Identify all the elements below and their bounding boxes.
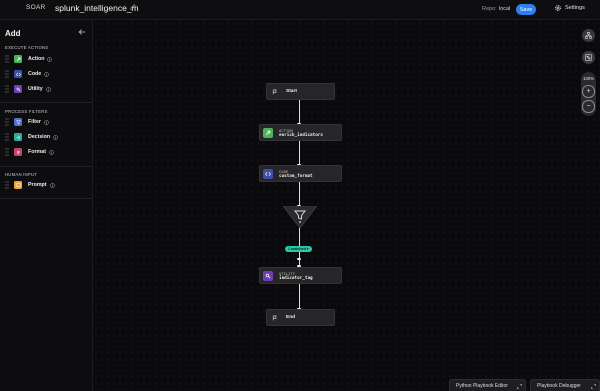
arrow-left-icon[interactable] <box>78 28 86 36</box>
tree-layout-icon <box>585 32 592 39</box>
tab-label: Playbook Debugger <box>537 382 581 389</box>
playbook-name: splunk_intelligence_m <box>55 3 139 13</box>
pencil-icon[interactable] <box>130 4 136 10</box>
plus-icon: + <box>586 88 591 95</box>
settings-label: Settings <box>565 5 585 11</box>
utility-icon <box>14 85 22 93</box>
expand-icon[interactable] <box>517 384 522 389</box>
fit-screen-icon <box>585 54 592 61</box>
prompt-icon <box>14 181 22 189</box>
drag-handle-icon[interactable] <box>5 181 9 189</box>
save-button[interactable]: Save <box>516 4 536 15</box>
fit-view-button[interactable] <box>582 51 595 64</box>
utility-node[interactable]: UTILITY indicator_tag <box>259 267 342 284</box>
action-node[interactable]: ACTION enrich_indicators <box>259 124 342 141</box>
info-icon[interactable] <box>53 134 58 140</box>
auto-layout-button[interactable] <box>582 29 595 42</box>
drag-handle-icon[interactable] <box>5 55 9 63</box>
repo-label: Repo: <box>482 6 497 12</box>
zoom-level: 100% <box>583 76 594 81</box>
drag-handle-icon[interactable] <box>5 70 9 78</box>
panel-title: Add <box>5 29 21 38</box>
code-node[interactable]: CODE custom_format <box>259 165 342 182</box>
action-icon <box>14 55 22 63</box>
node-label: Start <box>286 89 297 94</box>
sidebar-item-action[interactable]: Action <box>5 54 85 64</box>
sidebar-item-label: Utility <box>28 86 43 92</box>
repo-value[interactable]: local <box>499 6 510 12</box>
playbook-debugger-tab[interactable]: Playbook Debugger <box>530 379 600 391</box>
sidebar-item-code[interactable]: Code <box>5 69 85 79</box>
sidebar-item-label: Decision <box>28 134 51 140</box>
gear-icon <box>555 5 561 11</box>
sidebar-item-label: Prompt <box>28 182 47 188</box>
connector-line <box>299 98 300 125</box>
zoom-in-button[interactable]: + <box>582 85 595 98</box>
filter-node[interactable] <box>283 206 317 228</box>
brand-logo[interactable]: SOAR <box>26 4 46 11</box>
info-icon[interactable] <box>49 149 54 155</box>
tab-label: Python Playbook Editor <box>456 382 508 389</box>
flag-icon <box>270 87 280 97</box>
python-playbook-editor-tab[interactable]: Python Playbook Editor <box>449 379 526 391</box>
top-bar: SOAR splunk_intelligence_m Repo: local S… <box>0 0 600 20</box>
settings-button[interactable]: Settings <box>554 4 585 12</box>
drag-handle-icon[interactable] <box>5 133 9 141</box>
code-icon <box>14 70 22 78</box>
utility-icon <box>263 270 273 281</box>
start-node[interactable]: Start <box>266 83 335 100</box>
format-icon <box>14 148 22 156</box>
drag-handle-icon[interactable] <box>5 85 9 93</box>
action-icon <box>263 127 273 138</box>
playbook-canvas[interactable] <box>93 20 600 391</box>
connector-line <box>299 181 300 207</box>
sidebar-item-label: Format <box>28 149 46 155</box>
sidebar-item-format[interactable]: Format <box>5 147 85 157</box>
section-heading-process-filters: PROCESS FILTERS <box>5 109 48 114</box>
info-icon[interactable] <box>47 56 53 62</box>
decision-icon <box>14 133 22 141</box>
divider <box>0 102 92 103</box>
end-node[interactable]: End <box>266 309 335 326</box>
filter-match-badge[interactable]: 1 matched ▾ <box>285 246 312 252</box>
section-heading-human-input: HUMAN INPUT <box>5 172 38 177</box>
sidebar-item-label: Action <box>28 56 45 62</box>
node-name: indicator_tag <box>279 275 313 281</box>
info-icon[interactable] <box>44 119 49 125</box>
node-label: End <box>286 315 296 320</box>
filter-icon <box>14 118 22 126</box>
zoom-out-button[interactable]: − <box>582 100 595 113</box>
expand-icon[interactable] <box>591 384 596 389</box>
drag-handle-icon[interactable] <box>5 148 9 156</box>
section-heading-execute-actions: EXECUTE ACTIONS <box>5 45 49 50</box>
flag-icon <box>270 313 280 323</box>
sidebar-item-label: Code <box>28 71 42 77</box>
sidebar-item-filter[interactable]: Filter <box>5 117 85 127</box>
sidebar-item-prompt[interactable]: Prompt <box>5 180 85 190</box>
info-icon[interactable] <box>45 86 51 92</box>
info-icon[interactable] <box>44 71 50 77</box>
node-name: enrich_indicators <box>279 132 323 138</box>
sidebar-item-decision[interactable]: Decision <box>5 132 85 142</box>
minus-icon: − <box>586 103 591 110</box>
code-icon <box>263 168 273 179</box>
info-icon[interactable] <box>49 182 55 188</box>
node-name: custom_format <box>279 173 313 179</box>
connector-line <box>299 140 300 167</box>
sidebar-item-utility[interactable]: Utility <box>5 84 85 94</box>
drag-handle-icon[interactable] <box>5 118 9 126</box>
divider <box>0 166 92 167</box>
output-port[interactable] <box>297 258 301 260</box>
connector-line <box>299 283 300 310</box>
add-panel: Add EXECUTE ACTIONS Action Code Utility … <box>0 20 93 391</box>
sidebar-item-label: Filter <box>28 119 41 125</box>
divider <box>0 198 92 199</box>
